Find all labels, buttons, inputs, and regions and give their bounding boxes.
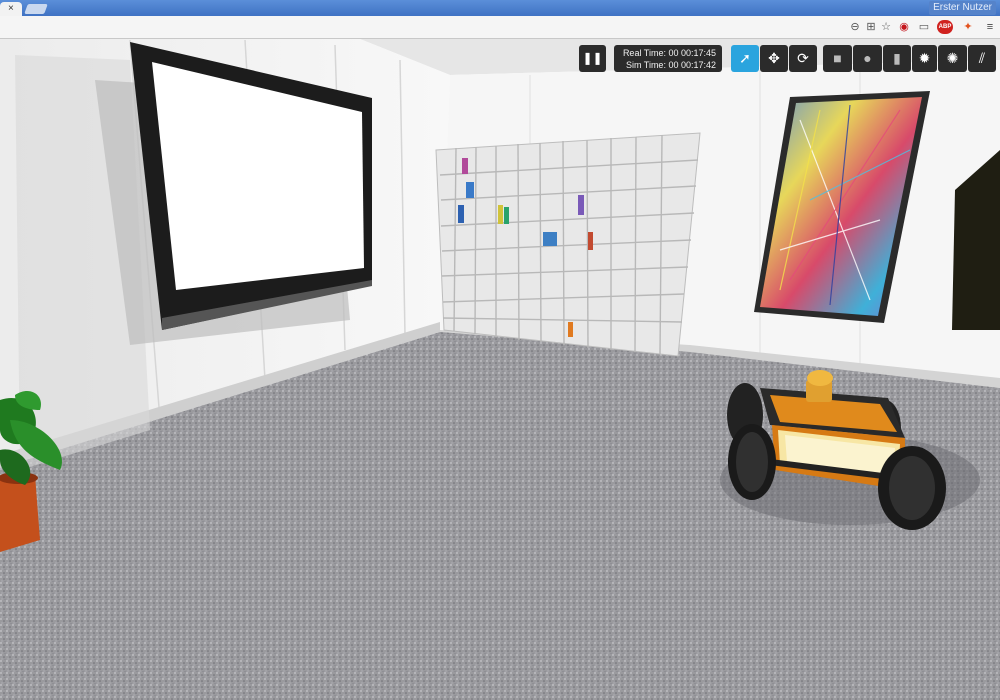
scene-render xyxy=(0,39,1000,700)
3d-viewport[interactable] xyxy=(0,39,1000,700)
translate-icon[interactable]: ⊞ xyxy=(864,20,878,34)
menu-icon[interactable]: ≡ xyxy=(983,20,997,34)
point-light-button[interactable]: ✹ xyxy=(912,45,937,72)
cylinder-shape-button[interactable]: ▮ xyxy=(883,45,911,72)
spot-light-button[interactable]: ✺ xyxy=(938,45,967,72)
sphere-shape-button[interactable]: ● xyxy=(853,45,882,72)
cast-icon[interactable]: ▭ xyxy=(917,20,931,34)
browser-tab[interactable]: × xyxy=(0,2,22,16)
bookshelf xyxy=(435,132,701,357)
directional-light-button[interactable]: ⫽ xyxy=(968,45,996,72)
extension-icon[interactable]: ✦ xyxy=(961,20,975,34)
browser-toolbar: ⊖ ⊞ ☆ ◉ ▭ ABP ✦ ≡ xyxy=(0,16,1000,39)
new-tab-button[interactable] xyxy=(24,4,48,14)
sim-time-label: Sim Time: 00 00:17:42 xyxy=(625,60,716,70)
time-display: Real Time: 00 00:17:45 Sim Time: 00 00:1… xyxy=(614,45,722,72)
adblock-icon[interactable]: ◉ xyxy=(897,20,911,34)
profile-button[interactable]: Erster Nutzer xyxy=(929,1,996,15)
real-time-label: Real Time: 00 00:17:45 xyxy=(622,48,716,58)
bookmark-star-icon[interactable]: ☆ xyxy=(879,20,893,34)
abp-icon[interactable]: ABP xyxy=(937,20,953,34)
zoom-icon[interactable]: ⊖ xyxy=(848,20,862,34)
rotate-tool-button[interactable]: ⟳ xyxy=(789,45,817,72)
box-shape-button[interactable]: ■ xyxy=(823,45,852,72)
translate-tool-button[interactable]: ✥ xyxy=(760,45,788,72)
select-tool-button[interactable]: ➚ xyxy=(731,45,759,72)
close-icon[interactable]: × xyxy=(8,2,14,16)
pause-button[interactable]: ❚❚ xyxy=(579,45,606,72)
browser-tab-strip: × Erster Nutzer xyxy=(0,0,1000,16)
